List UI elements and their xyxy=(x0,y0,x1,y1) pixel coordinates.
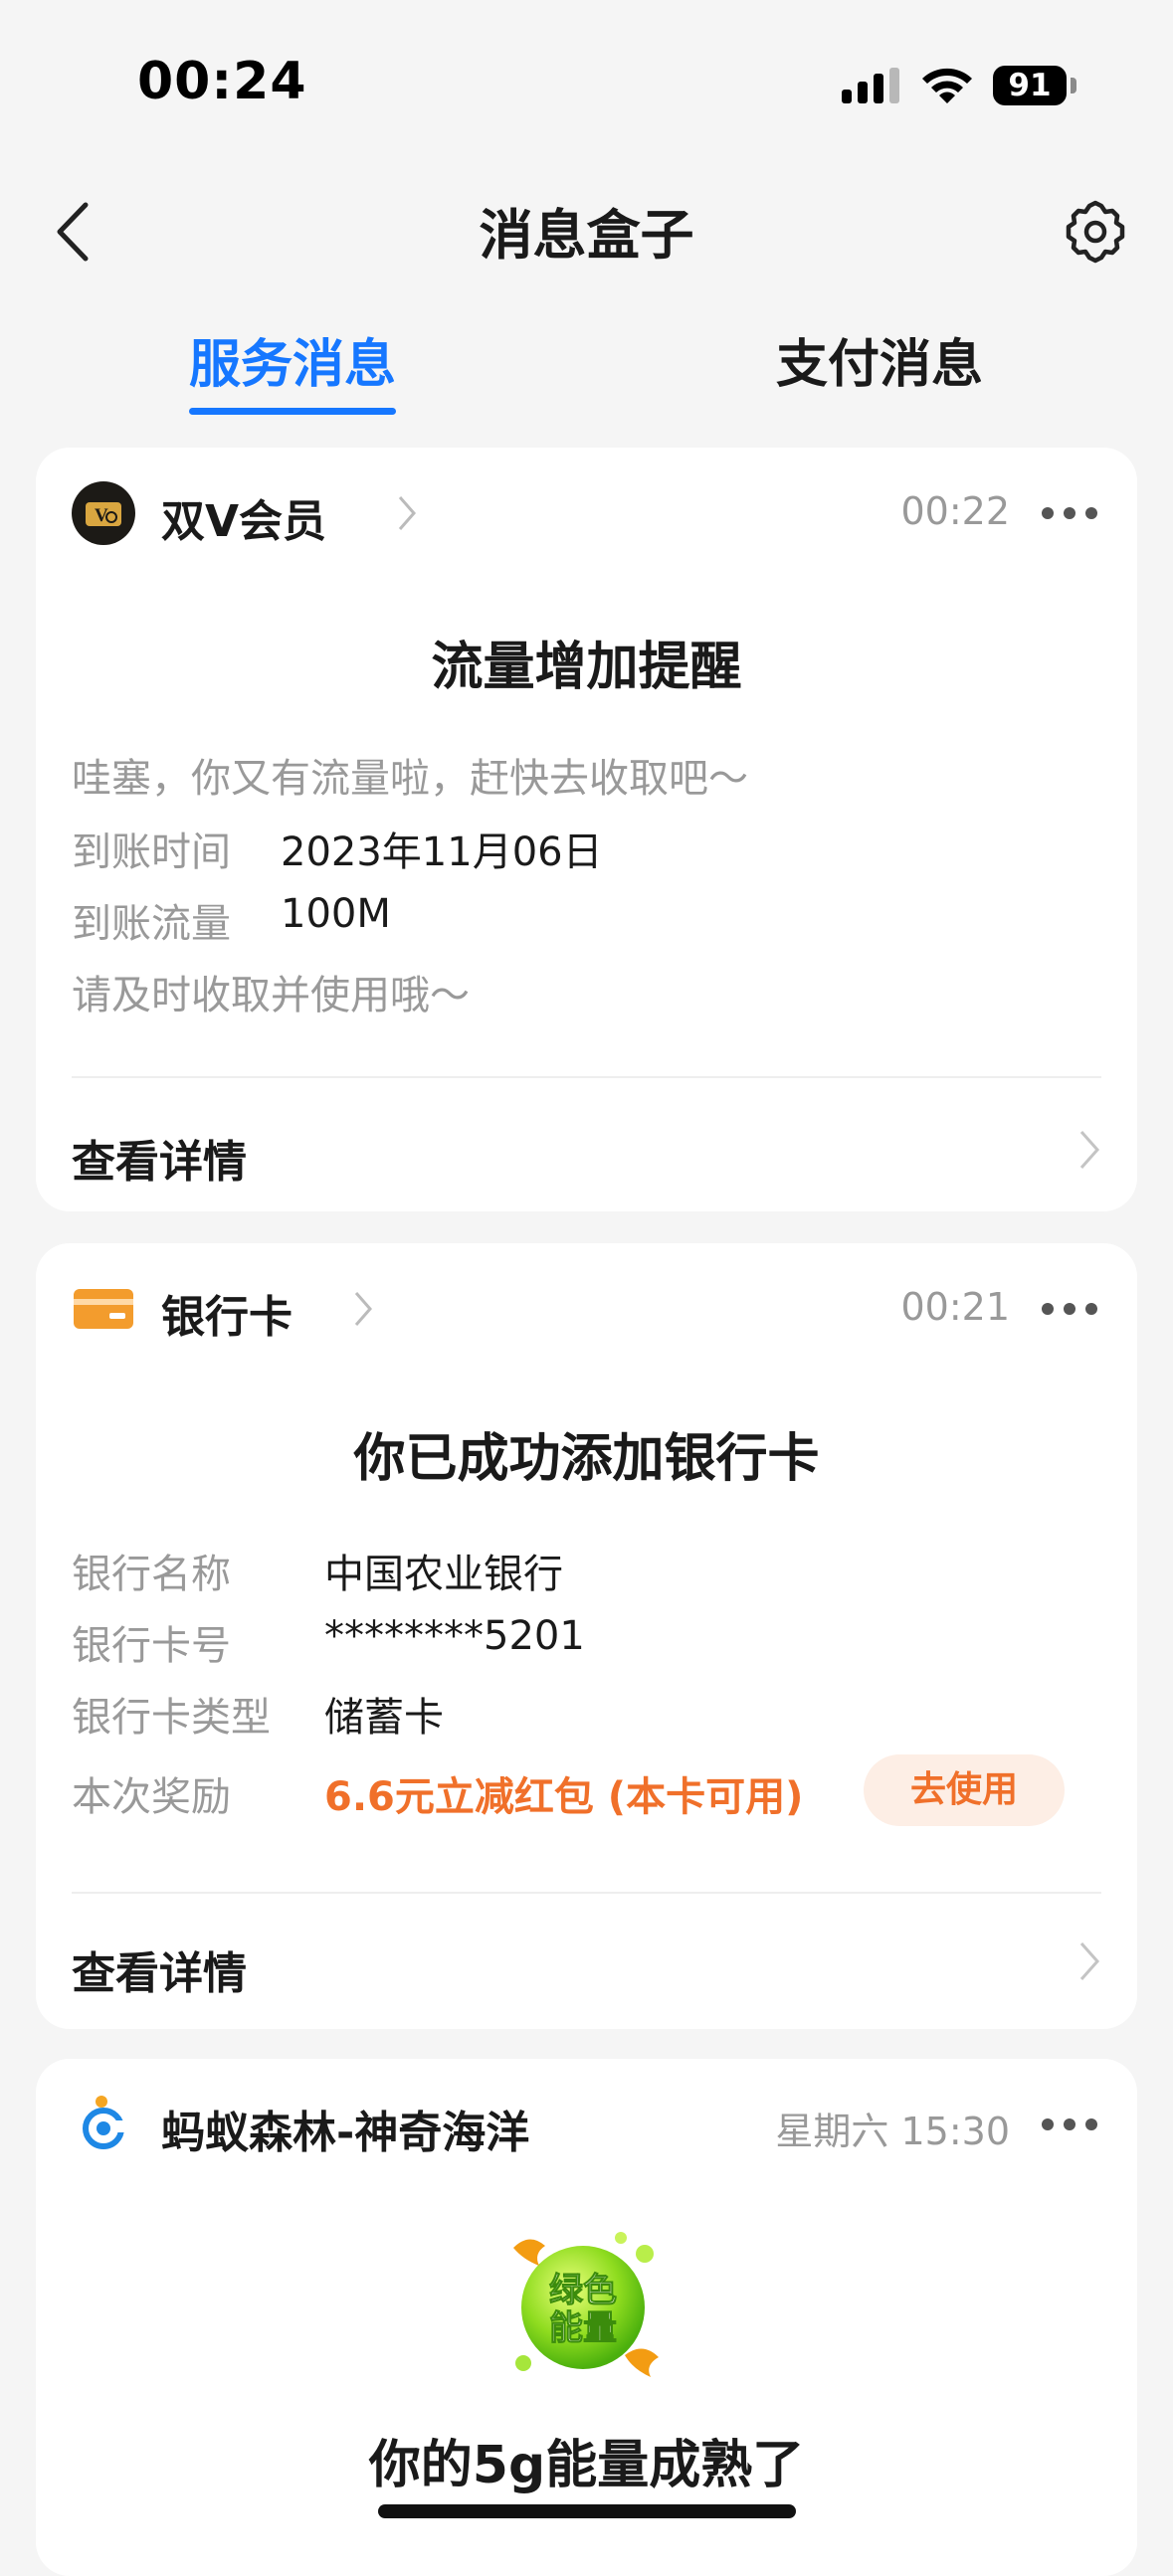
divider xyxy=(72,1076,1101,1078)
info-label: 银行卡号 xyxy=(72,1623,231,1669)
message-time: 00:21 xyxy=(900,1285,1010,1329)
info-value: ********5201 xyxy=(324,1613,585,1659)
message-time: 00:22 xyxy=(900,489,1010,533)
info-row: 到账时间 2023年11月06日 xyxy=(72,820,1067,877)
bank-card-icon xyxy=(74,1289,133,1329)
info-label: 银行卡类型 xyxy=(72,1695,271,1741)
battery-icon: 91 xyxy=(993,66,1067,105)
sender-name[interactable]: 蚂蚁森林-神奇海洋 xyxy=(161,2097,529,2160)
message-note: 请及时收取并使用哦～ xyxy=(72,973,470,1018)
green-energy-icon: 绿色 能量 xyxy=(513,2232,659,2377)
gear-icon[interactable] xyxy=(1061,197,1130,267)
chevron-right-icon[interactable] xyxy=(352,1289,374,1329)
info-row: 到账流量 100M xyxy=(72,891,1067,949)
tab-payment-messages[interactable]: 支付消息 xyxy=(776,322,983,397)
message-title: 你已成功添加银行卡 xyxy=(353,1429,820,1489)
card-header: 银行卡 00:21 xyxy=(72,1277,1101,1343)
chevron-right-icon xyxy=(1079,1131,1100,1169)
home-indicator[interactable] xyxy=(378,2504,796,2518)
nav-bar: 消息盒子 xyxy=(0,169,1173,288)
tab-service-messages[interactable]: 服务消息 xyxy=(189,322,396,397)
status-time: 00:24 xyxy=(137,52,307,111)
view-details-label: 查看详情 xyxy=(72,1137,247,1188)
chevron-right-icon xyxy=(1079,1942,1100,1980)
info-row: 银行卡类型 储蓄卡 xyxy=(72,1685,1067,1743)
energy-label-line2: 能量 xyxy=(549,2308,617,2348)
card-header: 蚂蚁森林-神奇海洋 星期六 15:30 xyxy=(72,2093,1101,2158)
card-header: V 双V会员 00:22 xyxy=(72,481,1101,547)
battery-cap xyxy=(1071,78,1076,93)
info-value: 100M xyxy=(281,891,391,937)
info-value: 2023年11月06日 xyxy=(281,829,603,875)
active-tab-indicator xyxy=(189,408,396,415)
status-bar: 00:24 91 xyxy=(0,0,1173,169)
more-options-icon[interactable] xyxy=(1042,2118,1097,2132)
energy-label-line1: 绿色 xyxy=(549,2271,617,2310)
reward-value: 6.6元立减红包 (本卡可用) xyxy=(324,1774,804,1820)
cellular-signal-icon xyxy=(842,68,899,103)
view-details-label: 查看详情 xyxy=(72,1948,247,1999)
divider xyxy=(72,1892,1101,1894)
info-label: 银行名称 xyxy=(72,1552,231,1597)
message-intro: 哇塞，你又有流量啦，赶快去收取吧～ xyxy=(72,756,748,802)
info-row: 银行名称 中国农业银行 xyxy=(72,1542,1067,1599)
wifi-icon xyxy=(922,68,972,103)
view-details-link[interactable]: 查看详情 xyxy=(72,1924,1101,2003)
info-label: 到账流量 xyxy=(72,901,231,947)
info-value: 中国农业银行 xyxy=(324,1552,563,1597)
use-reward-button[interactable]: 去使用 xyxy=(864,1754,1065,1826)
message-card-bank-card: 银行卡 00:21 你已成功添加银行卡 银行名称 中国农业银行 银行卡号 ***… xyxy=(36,1243,1137,2029)
ant-forest-logo-icon xyxy=(83,2096,127,2149)
more-options-icon[interactable] xyxy=(1042,1303,1097,1317)
view-details-link[interactable]: 查看详情 xyxy=(72,1112,1101,1192)
message-card-data-reminder: V 双V会员 00:22 流量增加提醒 哇塞，你又有流量啦，赶快去收取吧～ 到账… xyxy=(36,448,1137,1211)
page-title: 消息盒子 xyxy=(479,204,694,267)
more-options-icon[interactable] xyxy=(1042,507,1097,521)
info-label: 到账时间 xyxy=(72,829,231,875)
info-label: 本次奖励 xyxy=(72,1774,231,1820)
info-value: 储蓄卡 xyxy=(324,1695,444,1741)
message-time: 星期六 15:30 xyxy=(775,2110,1010,2153)
vip-member-logo-icon: V xyxy=(72,481,135,545)
info-row: 银行卡号 ********5201 xyxy=(72,1613,1067,1671)
message-title: 流量增加提醒 xyxy=(431,638,742,697)
message-tabs: 服务消息 支付消息 xyxy=(0,298,1173,418)
chevron-right-icon[interactable] xyxy=(396,493,418,533)
message-title: 你的5g能量成熟了 xyxy=(368,2436,805,2495)
sender-name[interactable]: 银行卡 xyxy=(161,1281,293,1345)
sender-name[interactable]: 双V会员 xyxy=(161,485,326,549)
